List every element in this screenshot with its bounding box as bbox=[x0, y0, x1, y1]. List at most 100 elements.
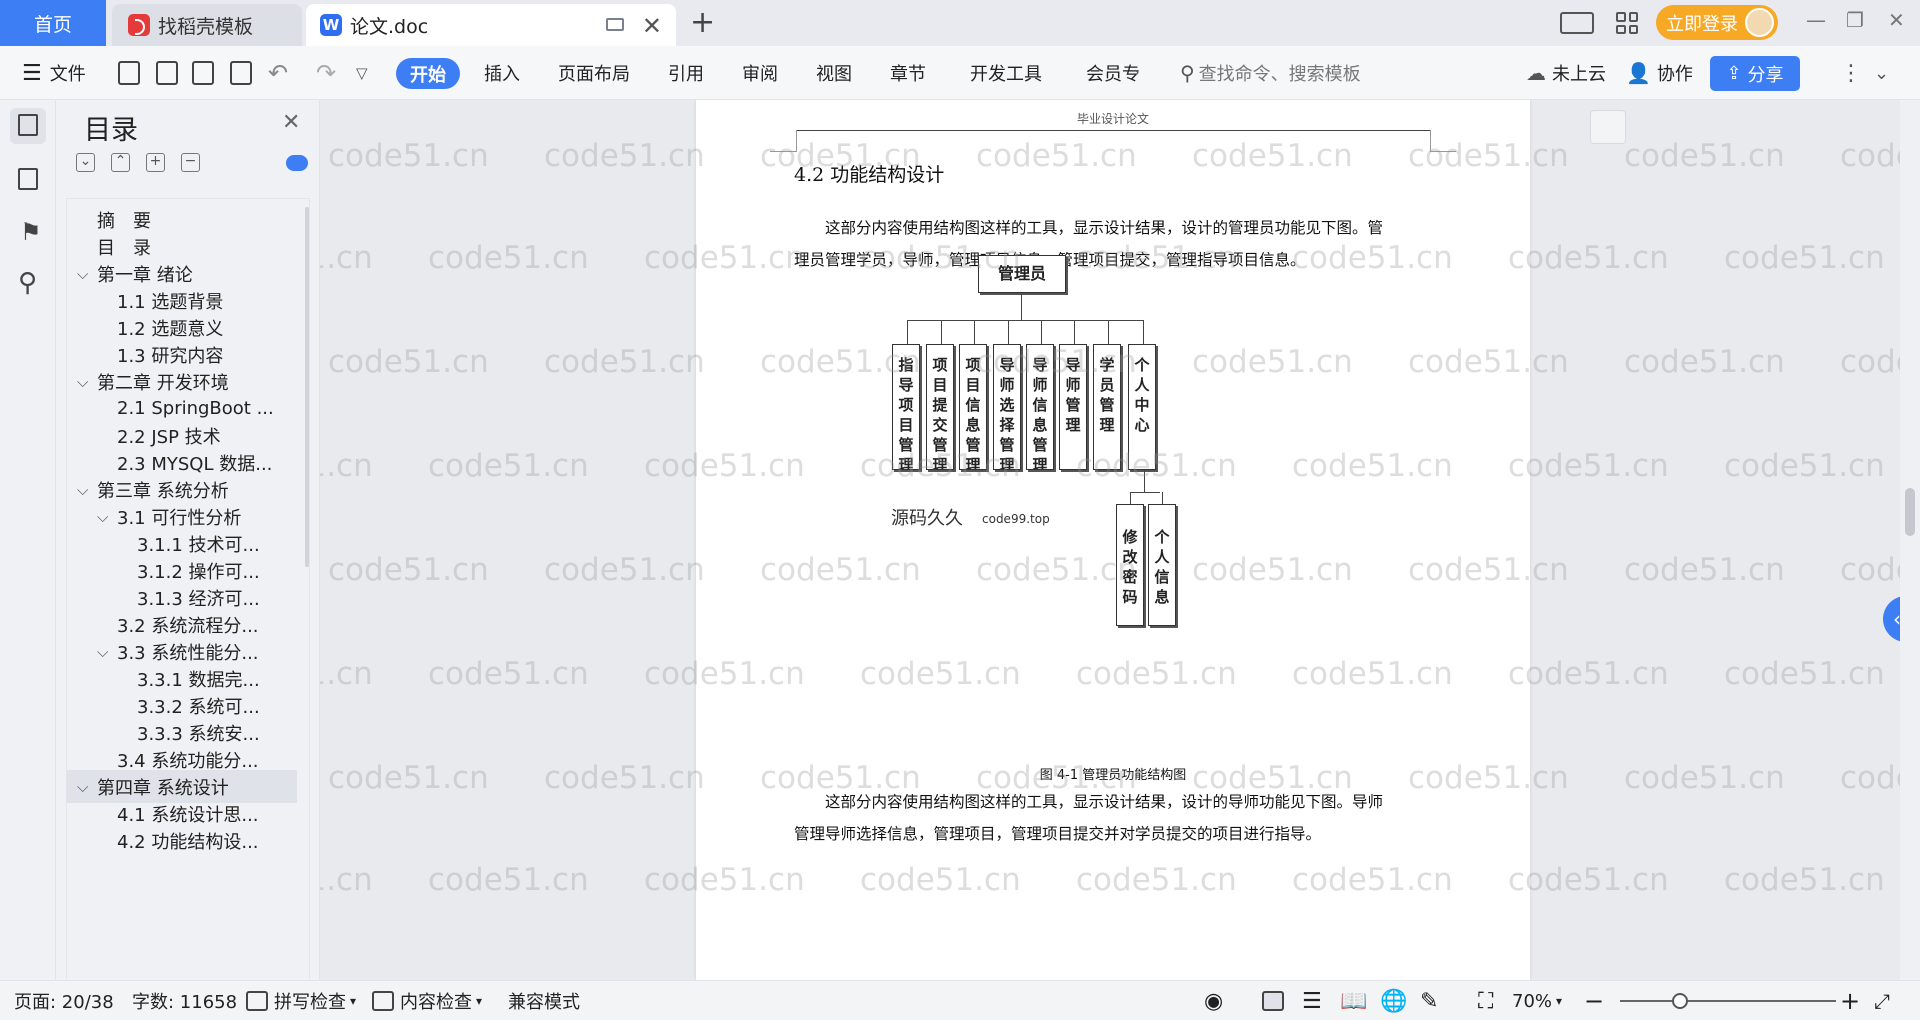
monitor-icon[interactable] bbox=[606, 18, 624, 31]
zoom-out-icon[interactable]: − bbox=[1584, 981, 1604, 1020]
toc-item[interactable]: 4.2 功能结构设... bbox=[67, 824, 297, 857]
zoom-slider[interactable] bbox=[1620, 1000, 1836, 1002]
save-icon[interactable] bbox=[118, 61, 140, 85]
chevron-down-icon[interactable]: ⌵ bbox=[97, 508, 108, 526]
zoom-slider-handle[interactable] bbox=[1672, 993, 1688, 1009]
fit-page-icon[interactable]: ⛶ bbox=[1478, 981, 1493, 1020]
toc-panel: 目录 ✕ ⌄ ⌃ + − 摘 要目 录 ⌵ 第一章 绪论 1.1 选题背景 1.2 选题… bbox=[56, 100, 320, 980]
chevron-down-icon[interactable]: ⌵ bbox=[77, 373, 88, 391]
tab-insert[interactable]: 插入 bbox=[484, 46, 520, 100]
ribbon-more-icon[interactable]: › bbox=[1134, 46, 1140, 100]
more-options-icon[interactable]: ⋮ bbox=[1840, 46, 1862, 100]
watermark-text: code51.cn bbox=[1624, 760, 1785, 796]
tab-chapter[interactable]: 章节 bbox=[890, 46, 926, 100]
watermark-text: code51.cn bbox=[1840, 138, 1900, 174]
toc-item-label: 目 录 bbox=[97, 237, 151, 259]
eye-protection-icon[interactable]: ◉ bbox=[1204, 981, 1223, 1020]
layout-toggle-button[interactable] bbox=[1560, 0, 1594, 46]
word-count[interactable]: 字数: 11658 bbox=[132, 981, 237, 1020]
diagram-connector bbox=[1143, 320, 1144, 344]
diagram-connector bbox=[1041, 320, 1042, 344]
close-tab-icon[interactable]: ✕ bbox=[642, 12, 662, 40]
tab-review[interactable]: 审阅 bbox=[742, 46, 778, 100]
close-window-button[interactable]: ✕ bbox=[1888, 8, 1905, 32]
toc-panel-button[interactable] bbox=[10, 108, 46, 144]
print-icon[interactable] bbox=[192, 61, 214, 85]
paragraph-line[interactable]: 这部分内容使用结构图这样的工具，显示设计结果，设计的管理员功能见下图。管 bbox=[794, 212, 1434, 244]
tab-home[interactable]: 首页 bbox=[0, 0, 106, 46]
diagram-child-node: 导师信息管理 bbox=[1026, 344, 1054, 470]
toc-scrollbar[interactable] bbox=[305, 207, 309, 567]
paragraph-line[interactable]: 理员管理学员，导师，管理项目信息，管理项目提交，管理指导项目信息。 bbox=[794, 244, 1434, 276]
navigation-panel-button[interactable] bbox=[10, 162, 46, 198]
paragraph-line[interactable]: 管理导师选择信息，管理项目，管理项目提交并对学员提交的项目进行指导。 bbox=[794, 818, 1434, 850]
collapse-all-icon[interactable]: ⌃ bbox=[111, 153, 130, 172]
paragraph-line[interactable]: 这部分内容使用结构图这样的工具，显示设计结果，设计的导师功能见下图。导师 bbox=[794, 786, 1434, 818]
tab-page-layout[interactable]: 页面布局 bbox=[558, 46, 630, 100]
vertical-scrollbar[interactable] bbox=[1900, 100, 1920, 980]
collaborate-button[interactable]: 👤 协作 bbox=[1626, 46, 1693, 100]
source-watermark: 源码久久 bbox=[891, 508, 963, 529]
command-search-input[interactable]: ⚲ 查找命令、搜索模板 bbox=[1180, 46, 1361, 100]
apps-button[interactable] bbox=[1616, 0, 1638, 46]
chevron-down-icon[interactable]: ⌵ bbox=[77, 778, 88, 796]
undo-icon[interactable]: ↶ bbox=[268, 46, 288, 100]
toc-toolbar: ⌄ ⌃ + − bbox=[76, 153, 200, 172]
tab-start[interactable]: 开始 bbox=[396, 58, 460, 89]
bookmark-panel-button[interactable]: ⚑ bbox=[10, 214, 46, 250]
watermark-text: code51.cn bbox=[1840, 344, 1900, 380]
reading-view-icon[interactable]: 📖 bbox=[1340, 981, 1367, 1020]
cloud-status-button[interactable]: ☁ 未上云 bbox=[1526, 46, 1606, 100]
spell-check-button[interactable]: 拼写检查 ▾ bbox=[246, 981, 356, 1020]
quick-access-dropdown-icon[interactable]: ▽ bbox=[356, 46, 368, 100]
tab-member[interactable]: 会员专 bbox=[1086, 46, 1140, 100]
tab-bar: 首页 找稻壳模板 W 论文.doc ✕ + 立即登录 — ❐ ✕ bbox=[0, 0, 1920, 46]
tab-references[interactable]: 引用 bbox=[668, 46, 704, 100]
section-title[interactable]: 4.2 功能结构设计 bbox=[794, 160, 944, 187]
tab-view[interactable]: 视图 bbox=[816, 46, 852, 100]
toc-item-label: 第一章 绪论 bbox=[97, 264, 193, 286]
page-view-button[interactable] bbox=[1262, 981, 1290, 1020]
content-check-button[interactable]: 内容检查 ▾ bbox=[372, 981, 482, 1020]
redo-icon[interactable]: ↷ bbox=[316, 46, 336, 100]
share-button[interactable]: ⇪ 分享 bbox=[1710, 56, 1800, 91]
outline-view-icon[interactable]: ☰ bbox=[1302, 981, 1322, 1020]
minimize-button[interactable]: — bbox=[1806, 8, 1826, 32]
new-tab-button[interactable]: + bbox=[690, 5, 715, 40]
diagram-connector bbox=[1021, 294, 1022, 320]
remove-heading-icon[interactable]: − bbox=[181, 153, 200, 172]
chevron-down-icon[interactable]: ⌵ bbox=[77, 481, 88, 499]
page-counter[interactable]: 页面: 20/38 bbox=[14, 981, 114, 1020]
zoom-level-dropdown[interactable]: 70% ▾ bbox=[1512, 981, 1562, 1020]
watermark-text: code51.cn bbox=[1724, 862, 1885, 898]
add-heading-icon[interactable]: + bbox=[146, 153, 165, 172]
collaborate-icon: 👤 bbox=[1626, 61, 1651, 85]
watermark-text: code51.cn bbox=[544, 552, 705, 588]
share-icon: ⇪ bbox=[1726, 63, 1742, 84]
write-view-icon[interactable]: ✎ bbox=[1420, 981, 1438, 1020]
tab-document[interactable]: W 论文.doc ✕ bbox=[306, 4, 676, 46]
print-preview-icon[interactable] bbox=[230, 61, 252, 85]
fullscreen-icon[interactable]: ⤢ bbox=[1874, 981, 1890, 1020]
chevron-down-icon[interactable]: ⌵ bbox=[97, 643, 108, 661]
figure-caption[interactable]: 图 4-1 管理员功能结构图 bbox=[696, 764, 1530, 783]
filter-icon[interactable] bbox=[1590, 110, 1626, 144]
toc-list: 摘 要目 录 ⌵ 第一章 绪论 1.1 选题背景 1.2 选题意义 1.3 研究内容 ⌵ 第二… bbox=[66, 198, 310, 980]
restore-button[interactable]: ❐ bbox=[1846, 8, 1864, 32]
expand-all-icon[interactable]: ⌄ bbox=[76, 153, 95, 172]
chevron-down-icon[interactable]: ⌵ bbox=[77, 265, 88, 283]
close-icon[interactable]: ✕ bbox=[282, 110, 300, 135]
tab-developer[interactable]: 开发工具 bbox=[970, 46, 1042, 100]
collapse-ribbon-icon[interactable]: ⌄ bbox=[1874, 46, 1889, 100]
ai-assistant-icon[interactable] bbox=[286, 155, 308, 171]
side-panel-toggle-icon[interactable]: ‹ bbox=[1883, 596, 1900, 642]
watermark-text: code51.cn bbox=[1508, 656, 1669, 692]
file-menu[interactable]: ☰ 文件 bbox=[22, 46, 86, 100]
find-panel-button[interactable]: ⚲ bbox=[10, 266, 46, 302]
zoom-in-icon[interactable]: + bbox=[1840, 981, 1860, 1020]
web-view-icon[interactable]: 🌐 bbox=[1380, 981, 1407, 1020]
login-button[interactable]: 立即登录 bbox=[1656, 5, 1778, 40]
tab-docer-templates[interactable]: 找稻壳模板 bbox=[112, 4, 302, 46]
scrollbar-thumb[interactable] bbox=[1905, 488, 1915, 536]
export-pdf-icon[interactable] bbox=[156, 61, 178, 85]
